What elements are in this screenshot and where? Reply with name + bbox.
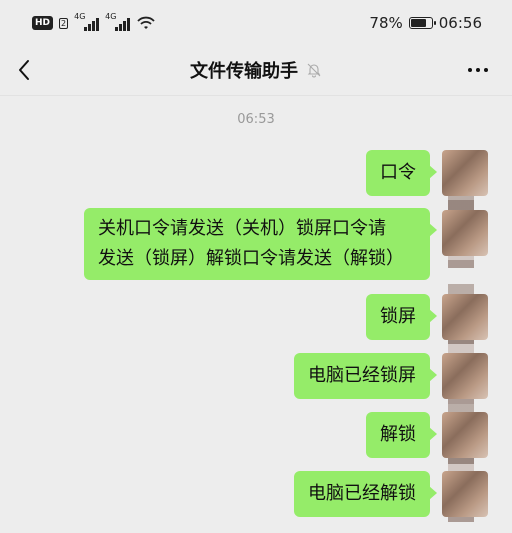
avatar[interactable] — [442, 294, 488, 340]
back-button[interactable] — [10, 56, 38, 84]
message-text: 电脑已经解锁 — [308, 483, 416, 504]
title-wrap: 文件传输助手 — [190, 57, 322, 83]
message-text: 口令 — [380, 162, 416, 183]
bell-off-icon — [307, 63, 321, 78]
status-bar: HD 2 4G 4G 78% 06:56 — [0, 0, 512, 46]
avatar[interactable] — [442, 471, 488, 517]
wifi-icon — [137, 16, 155, 29]
sim-icon: 2 — [59, 17, 69, 29]
avatar[interactable] — [442, 210, 488, 256]
message-text-line1: 关机口令请发送（关机）锁屏口令请 — [98, 218, 386, 239]
more-button[interactable] — [462, 58, 494, 82]
message-bubble[interactable]: 锁屏 — [366, 294, 437, 340]
message-bubble[interactable]: 解锁 — [366, 412, 437, 458]
status-right: 78% 06:56 — [369, 14, 482, 32]
hd-icon: HD — [32, 16, 54, 30]
message-text: 锁屏 — [380, 306, 416, 327]
message-text-line2: 发送（锁屏）解锁口令请发送（解锁） — [98, 248, 404, 269]
status-time: 06:56 — [438, 14, 482, 32]
signal-network-label-2: 4G — [105, 12, 117, 21]
battery-percent: 78% — [369, 14, 403, 32]
message-bubble[interactable]: 电脑已经解锁 — [294, 471, 437, 517]
chevron-left-icon — [19, 60, 29, 80]
signal-network-label: 4G — [74, 12, 86, 21]
avatar[interactable] — [442, 353, 488, 399]
message-text: 解锁 — [380, 424, 416, 445]
avatar[interactable] — [442, 150, 488, 196]
chat-header: 文件传输助手 — [0, 46, 512, 94]
signal-icon: 4G — [74, 12, 100, 31]
avatar[interactable] — [442, 412, 488, 458]
page-title: 文件传输助手 — [190, 61, 298, 82]
battery-fill — [410, 19, 427, 27]
ellipsis-icon — [468, 68, 472, 72]
message-bubble[interactable]: 口令 — [366, 150, 437, 196]
status-left: HD 2 4G 4G — [32, 12, 156, 31]
message-timestamp: 06:53 — [237, 112, 275, 127]
header-divider — [0, 95, 512, 96]
signal-icon-2: 4G — [105, 12, 131, 31]
message-bubble[interactable]: 电脑已经锁屏 — [294, 353, 437, 399]
battery-icon — [408, 17, 436, 29]
message-bubble[interactable]: 关机口令请发送（关机）锁屏口令请 发送（锁屏）解锁口令请发送（解锁） — [84, 208, 437, 280]
message-text: 电脑已经锁屏 — [308, 365, 416, 386]
